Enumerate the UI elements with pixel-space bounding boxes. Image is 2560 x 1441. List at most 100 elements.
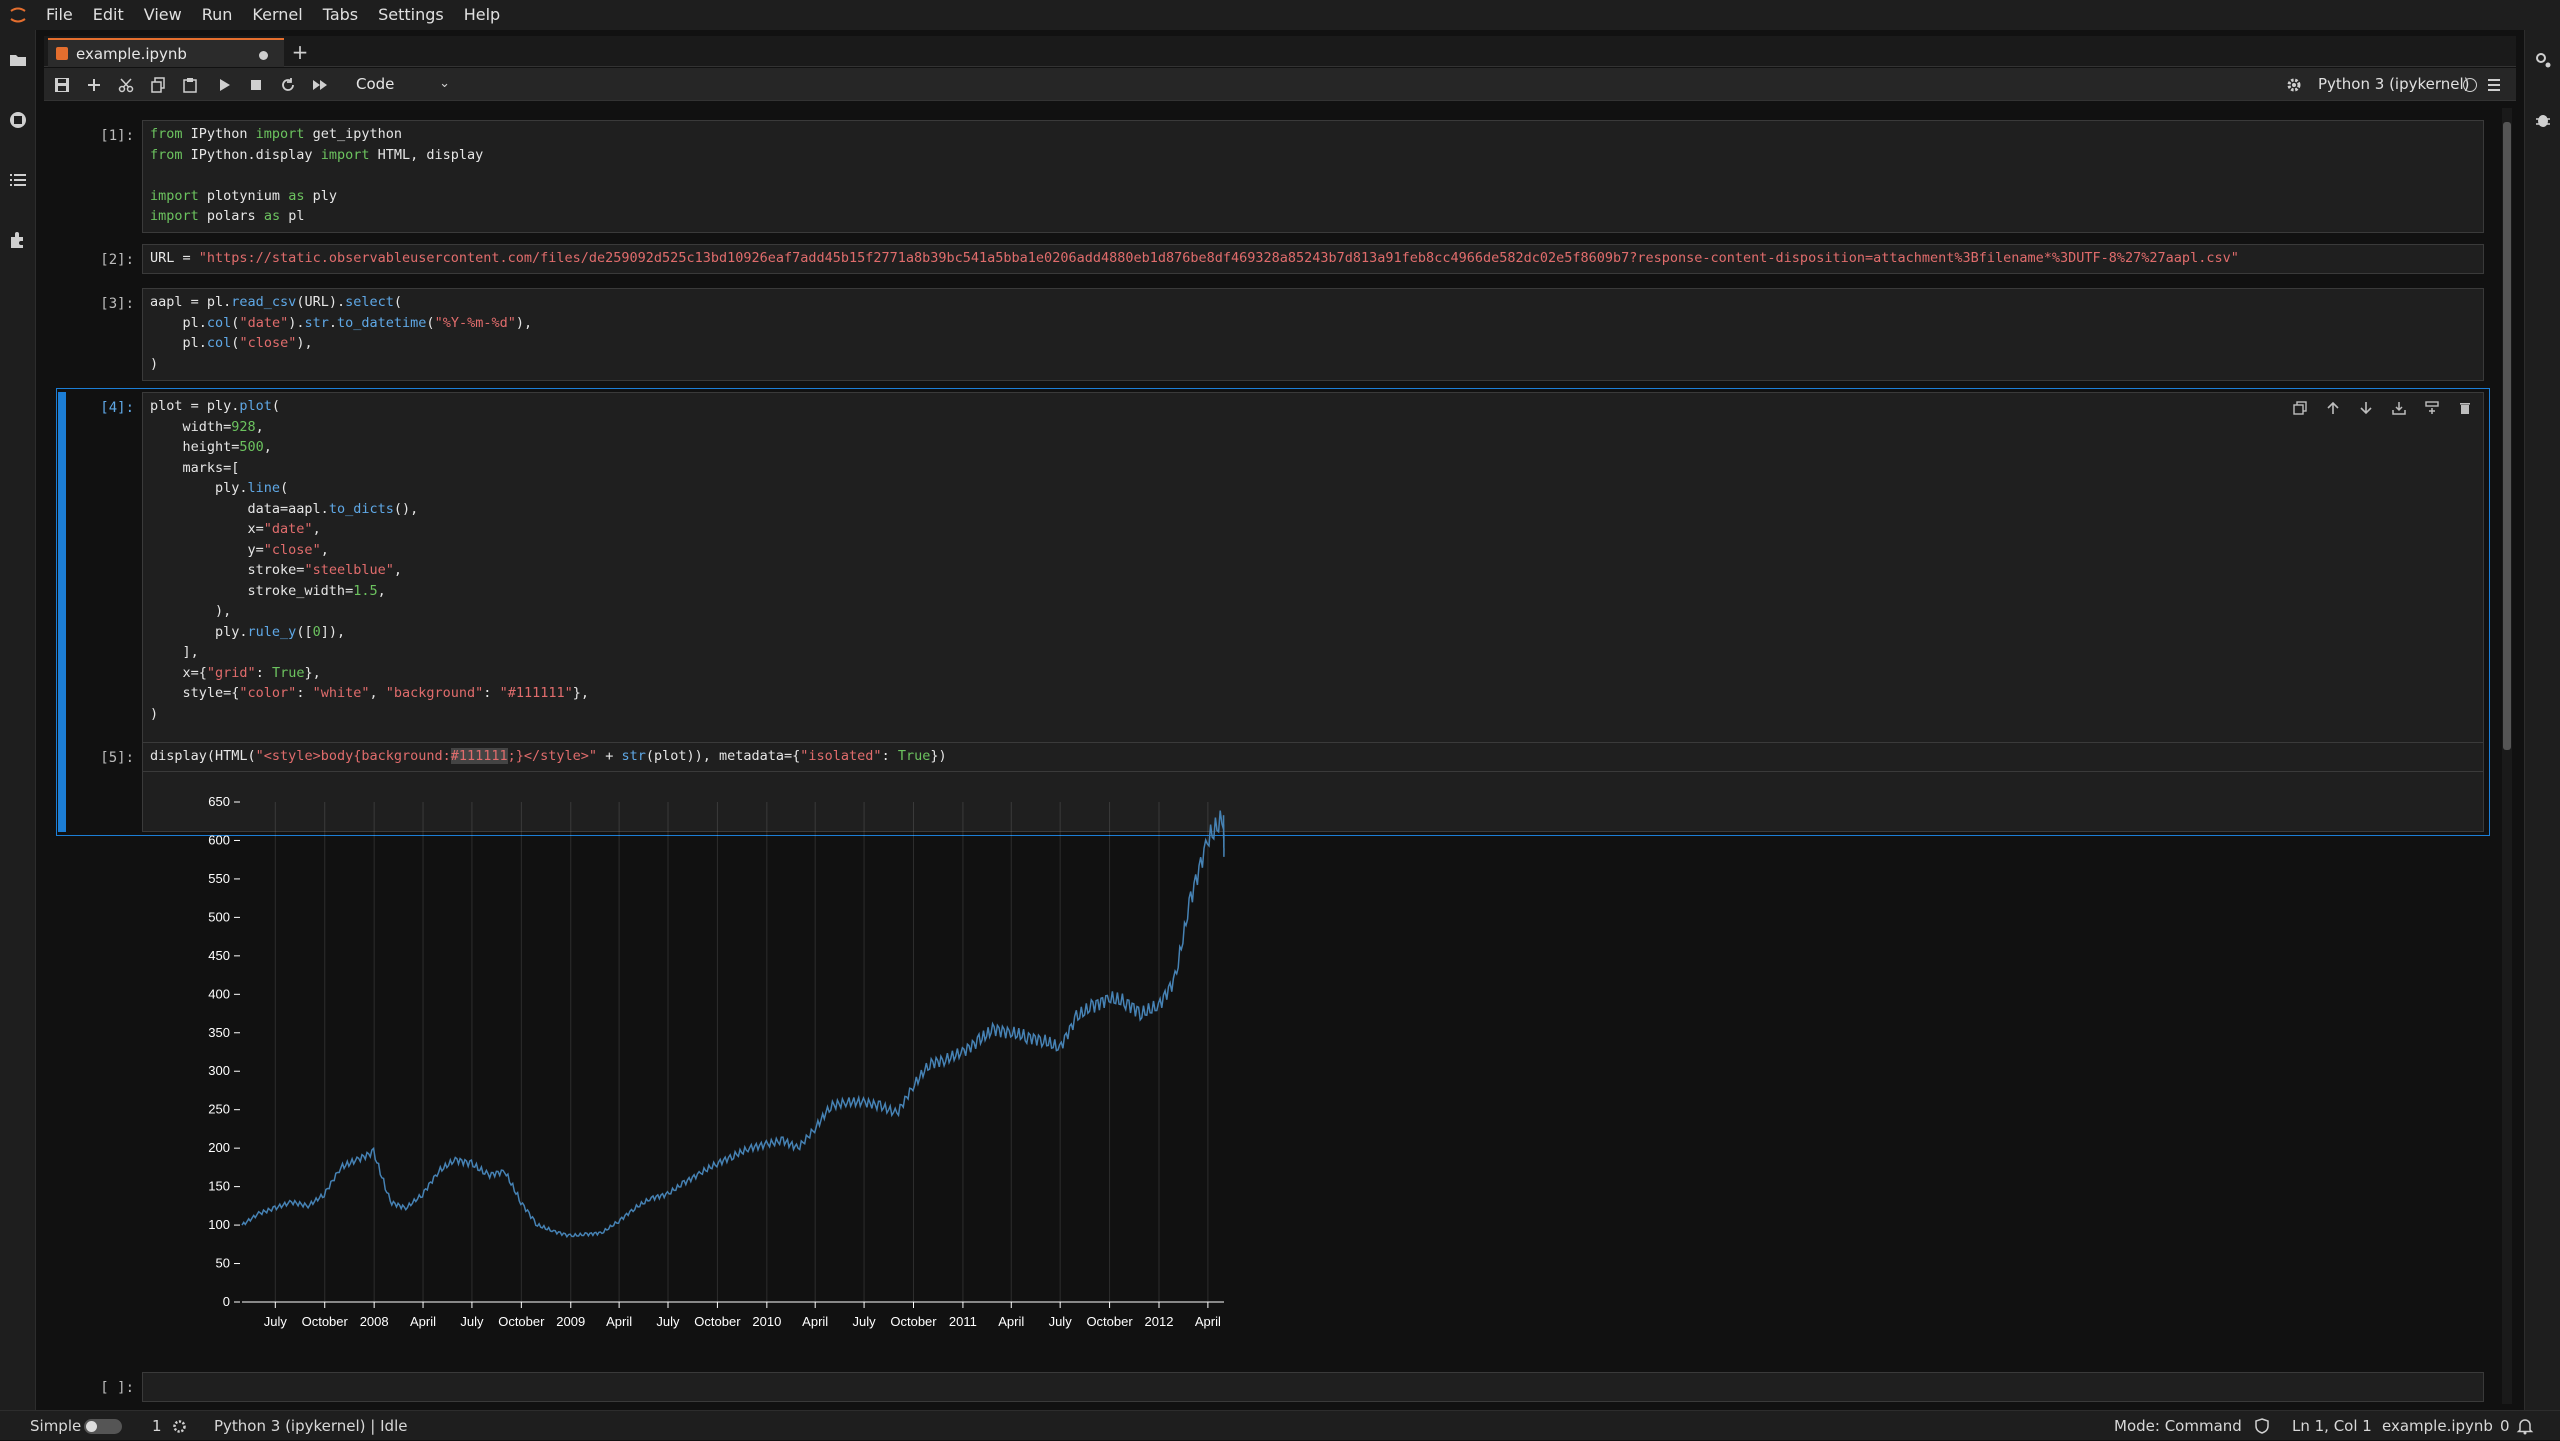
y-tick-label: 50 — [216, 1256, 230, 1271]
x-tick-label: 2012 — [1145, 1314, 1174, 1329]
folder-icon[interactable] — [8, 50, 28, 70]
left-sidebar — [0, 30, 36, 1410]
delete-cell-icon[interactable] — [2455, 398, 2475, 418]
x-tick-label: July — [656, 1314, 680, 1329]
tab-example-notebook[interactable]: example.ipynb — [48, 38, 284, 67]
running-icon[interactable] — [8, 110, 28, 130]
x-tick-label: October — [694, 1314, 741, 1329]
bell-icon[interactable] — [2516, 1417, 2534, 1435]
unsaved-dot-icon[interactable] — [259, 51, 268, 60]
cell-prompt: [4]: — [100, 400, 134, 416]
series-line-aapl-close — [241, 810, 1225, 1239]
y-tick-label: 400 — [208, 986, 230, 1001]
y-tick-label: 250 — [208, 1102, 230, 1117]
y-tick-label: 350 — [208, 1025, 230, 1040]
menu-bar: File Edit View Run Kernel Tabs Settings Help — [0, 0, 2560, 30]
terminal-count[interactable]: 1 — [152, 1411, 162, 1441]
kernel-settings-icon[interactable] — [2286, 77, 2302, 93]
code-cell-input[interactable]: aapl = pl.read_csv(URL).select( pl.col("… — [142, 288, 2484, 381]
menu-help[interactable]: Help — [454, 0, 510, 30]
menu-tabs[interactable]: Tabs — [313, 0, 368, 30]
code-cell-input[interactable]: display(HTML("<style>body{background:#11… — [142, 742, 2484, 772]
y-tick-label: 500 — [208, 909, 230, 924]
code-cell-input[interactable]: URL = "https://static.observableusercont… — [142, 244, 2484, 274]
table-of-contents-icon[interactable] — [8, 170, 28, 190]
x-tick-label: April — [998, 1314, 1024, 1329]
new-tab-button[interactable]: + — [288, 40, 312, 64]
x-tick-label: July — [853, 1314, 877, 1329]
x-tick-label: October — [890, 1314, 937, 1329]
cell-prompt: [1]: — [100, 128, 134, 144]
save-icon[interactable] — [52, 75, 72, 95]
x-tick-label: April — [410, 1314, 436, 1329]
status-bar: Simple 1 Python 3 (ipykernel) | Idle Mod… — [0, 1410, 2560, 1440]
active-cell-collapser[interactable] — [58, 392, 66, 832]
y-tick-label: 100 — [208, 1217, 230, 1232]
y-tick-label: 600 — [208, 832, 230, 847]
y-tick-label: 550 — [208, 871, 230, 886]
empty-code-cell-input[interactable] — [142, 1372, 2484, 1402]
kernel-status-circle-icon — [2463, 78, 2477, 92]
copy-icon[interactable] — [148, 75, 168, 95]
run-icon[interactable] — [214, 75, 234, 95]
mode-indicator[interactable]: Mode: Command — [2114, 1411, 2242, 1441]
cell-prompt: [3]: — [100, 296, 134, 312]
chevron-down-icon: ⌄ — [439, 76, 450, 91]
y-tick-label: 450 — [208, 948, 230, 963]
cell-prompt: [5]: — [100, 750, 134, 766]
x-tick-label: April — [1195, 1314, 1221, 1329]
notebook-panel: [1]: from IPython import get_ipython fro… — [44, 102, 2516, 1410]
cell-type-select[interactable]: Code ⌄ — [352, 72, 456, 96]
cell-toolbar — [2290, 398, 2475, 418]
menu-kernel[interactable]: Kernel — [242, 0, 312, 30]
tab-label: example.ipynb — [76, 44, 187, 63]
insert-below-icon[interactable] — [2422, 398, 2442, 418]
kernel-gear-icon — [172, 1419, 187, 1434]
jupyter-logo-icon — [0, 0, 36, 30]
kernel-name[interactable]: Python 3 (ipykernel) — [2318, 68, 2470, 101]
code-cell-input[interactable]: from IPython import get_ipython from IPy… — [142, 120, 2484, 233]
shield-icon[interactable] — [2254, 1418, 2270, 1434]
x-tick-label: July — [264, 1314, 288, 1329]
cell-prompt: [ ]: — [100, 1380, 134, 1396]
x-tick-label: October — [1086, 1314, 1133, 1329]
cell-type-value: Code — [356, 75, 395, 93]
debugger-bug-icon[interactable] — [2533, 110, 2553, 130]
restart-icon[interactable] — [278, 75, 298, 95]
stop-icon[interactable] — [246, 75, 266, 95]
y-tick-label: 0 — [223, 1294, 230, 1309]
x-tick-label: 2009 — [556, 1314, 585, 1329]
menu-edit[interactable]: Edit — [83, 0, 134, 30]
move-down-icon[interactable] — [2356, 398, 2376, 418]
scrollbar-thumb[interactable] — [2503, 122, 2511, 750]
move-up-icon[interactable] — [2323, 398, 2343, 418]
notebook-scrollbar[interactable] — [2502, 108, 2512, 1404]
kernel-status[interactable]: Python 3 (ipykernel) | Idle — [214, 1411, 407, 1441]
simple-mode-toggle[interactable] — [84, 1419, 122, 1434]
cursor-position[interactable]: Ln 1, Col 1 — [2292, 1411, 2372, 1441]
x-tick-label: July — [1049, 1314, 1073, 1329]
fast-forward-icon[interactable] — [310, 75, 330, 95]
y-tick-label: 200 — [208, 1140, 230, 1155]
output-line-chart: July October 2008 April July October 2009 April… — [208, 794, 1225, 1329]
extension-puzzle-icon[interactable] — [8, 230, 28, 250]
property-inspector-icon[interactable] — [2533, 50, 2553, 70]
insert-above-icon[interactable] — [2389, 398, 2409, 418]
duplicate-cell-icon[interactable] — [2290, 398, 2310, 418]
y-tick-label: 300 — [208, 1063, 230, 1078]
simple-mode-label: Simple — [30, 1417, 82, 1435]
menu-run[interactable]: Run — [192, 0, 243, 30]
cut-icon[interactable] — [116, 75, 136, 95]
add-cell-icon[interactable] — [84, 75, 104, 95]
right-sidebar — [2524, 30, 2560, 1410]
y-tick-label: 650 — [208, 794, 230, 809]
menu-settings[interactable]: Settings — [368, 0, 454, 30]
menu-file[interactable]: File — [36, 0, 83, 30]
menu-hamburger-icon[interactable] — [2486, 77, 2502, 93]
notification-count: 0 — [2500, 1417, 2510, 1435]
tab-bar: example.ipynb + — [44, 36, 2516, 67]
x-tick-label: April — [606, 1314, 632, 1329]
menu-view[interactable]: View — [134, 0, 192, 30]
status-file-name: example.ipynb — [2382, 1417, 2493, 1435]
paste-icon[interactable] — [180, 75, 200, 95]
